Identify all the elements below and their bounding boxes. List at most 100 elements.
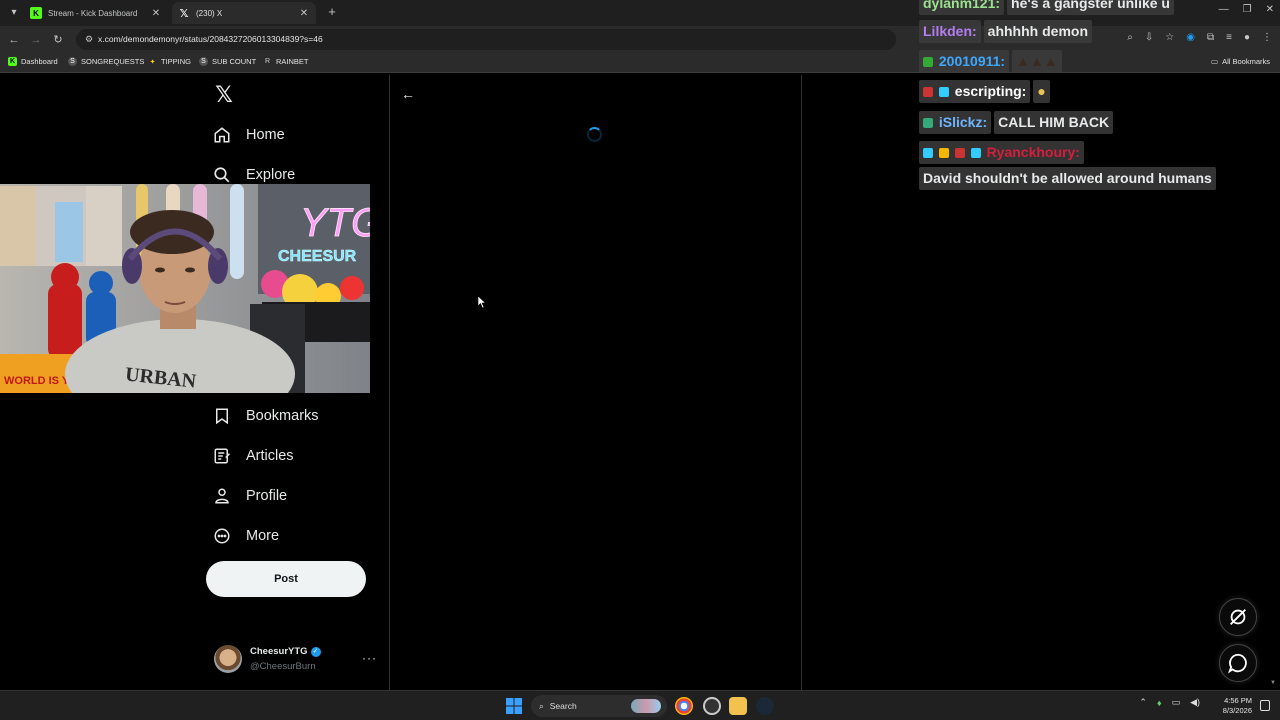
zoom-icon[interactable]: ⌕ [1127,32,1133,43]
sword-badge-icon [923,148,933,159]
streamelements-icon: S [68,57,77,66]
taskbar-clock[interactable]: 4:56 PM 8/3/2026 [1223,696,1252,716]
nav-more[interactable]: More [212,526,279,546]
restore-icon[interactable]: ❐ [1243,4,1252,15]
nav-explore[interactable]: Explore [212,165,295,185]
account-name: CheesurYTG ✓ [250,646,321,657]
tab-search-icon[interactable]: ▾ [6,5,22,21]
tab-x[interactable]: 𝕏 (230) X ✕ [172,2,316,24]
bookmark-label: Dashboard [21,57,58,66]
sub-badge-icon [923,87,933,98]
nav-bookmarks[interactable]: Bookmarks [212,406,319,426]
nav-profile[interactable]: Profile [212,486,287,506]
bookmark-sub-count[interactable]: S SUB COUNT [199,57,256,66]
messages-button[interactable] [1219,644,1257,682]
window-controls: — ❐ ✕ [1219,4,1274,15]
taskbar-search-label: Search [549,701,577,711]
all-bookmarks[interactable]: ▭ All Bookmarks [1211,57,1270,66]
sub-badge-icon [923,118,933,129]
column-divider [801,75,802,690]
bookmarks-bar: K Dashboard S SONGREQUESTS ✦ TIPPING S S… [0,53,1280,73]
bookmark-tipping[interactable]: ✦ TIPPING [148,57,191,66]
streamelements-icon: S [199,57,208,66]
close-icon[interactable]: ✕ [298,8,310,19]
steam-icon[interactable] [756,697,774,715]
nav-label: Explore [246,167,296,183]
site-info-icon[interactable]: ⚙ [82,32,96,46]
windows-start-icon[interactable] [506,698,522,714]
avatar-icon[interactable]: ● [1244,32,1250,43]
sub-badge-icon [954,148,965,159]
rainbet-icon: R [264,58,271,65]
x-logo-icon: 𝕏 [179,7,189,20]
close-icon[interactable]: ✕ [150,8,162,19]
mic-icon[interactable]: ♦ [1157,698,1162,708]
taskbar-search[interactable]: ⌕ Search [531,695,667,717]
more-dots-icon[interactable]: ··· [362,651,377,665]
minimize-icon[interactable]: — [1219,4,1229,15]
extension-icon[interactable]: ◉ [1186,32,1195,43]
chat-username-chip: 20010911: [919,50,1010,73]
grok-button[interactable] [1219,598,1257,636]
address-bar[interactable]: ⚙ x.com/demondemonyr/status/208432720601… [76,29,896,50]
chat-username: Lilkden: [923,23,977,39]
chat-message: escripting: ● [919,80,1050,103]
chat-username-chip: dylanm121: [919,0,1005,15]
kick-icon: K [30,7,42,19]
mouse-cursor-icon [478,296,486,308]
post-button[interactable]: Post [206,561,366,597]
tab-kick-dashboard[interactable]: K Stream - Kick Dashboard ✕ [24,2,168,24]
media-icon[interactable]: ≡ [1226,32,1232,43]
tab-title: Stream - Kick Dashboard [48,8,138,18]
chat-bubble-icon [1228,653,1247,674]
back-button[interactable]: ← [6,32,22,48]
chat-username: 20010911: [938,53,1006,69]
chrome-icon[interactable] [675,697,693,715]
menu-icon[interactable]: ⋮ [1262,32,1272,43]
notification-icon[interactable] [1260,700,1270,711]
bookmark-rainbet[interactable]: R RAINBET [263,57,309,66]
gem-badge-icon [938,87,949,98]
toolbar-actions: ⌕ ⇩ ☆ ◉ ⧉ ≡ ● ⋮ [1127,32,1272,43]
chat-username: escripting: [954,83,1027,99]
star-icon[interactable]: ☆ [1165,32,1174,43]
chat-username-chip: iSlickz: [919,111,992,134]
chat-message: Ryanckhoury: David shouldn't be allowed … [919,141,1264,190]
bookmark-dashboard[interactable]: K Dashboard [8,57,58,66]
loading-spinner [587,127,602,142]
chat-text: David shouldn't be allowed around humans [919,167,1216,190]
volume-icon[interactable]: ◀) [1190,697,1200,708]
bookmark-label: RAINBET [276,57,309,66]
person-icon [212,486,232,506]
scroll-down-arrow-icon[interactable]: ▼ [1270,680,1278,688]
x-logo-icon[interactable]: 𝕏 [213,84,235,106]
chat-message: dylanm121: he's a gangster unlike u [919,0,1174,15]
search-icon [212,165,232,185]
new-tab-button[interactable]: + [324,4,340,20]
close-window-icon[interactable]: ✕ [1266,4,1274,15]
bookmark-icon [212,406,232,426]
tip-icon: ✦ [149,58,156,66]
reload-button[interactable]: ↻ [50,32,66,48]
monitor-icon[interactable]: ▭ [1172,697,1181,708]
install-icon[interactable]: ⇩ [1145,32,1153,43]
nav-home[interactable]: Home [212,125,285,145]
chat-username-chip: Lilkden: [919,20,981,43]
taskbar: ⌕ Search ⌃ ♦ ▭ ◀) 4:56 PM 8/3/2026 [0,690,1280,720]
chevron-up-icon[interactable]: ⌃ [1139,697,1147,708]
nav-articles[interactable]: Articles [212,446,294,466]
account-switcher[interactable]: CheesurYTG ✓ @CheesurBurn ··· [214,644,380,676]
puzzle-icon[interactable]: ⧉ [1207,32,1214,43]
verified-badge-icon: ✓ [310,646,321,657]
all-bookmarks-label: All Bookmarks [1222,57,1270,66]
grok-icon [1230,609,1246,625]
search-highlight-icon [631,699,661,713]
forward-button[interactable]: → [28,32,44,48]
nav-label: Profile [246,488,288,504]
bookmark-songrequests[interactable]: S SONGREQUESTS [68,57,144,66]
article-icon [212,446,232,466]
file-explorer-icon[interactable] [729,697,747,715]
obs-icon[interactable] [703,697,721,715]
chat-text: ahhhhh demon [983,20,1092,43]
back-arrow-icon[interactable]: ← [400,86,416,102]
